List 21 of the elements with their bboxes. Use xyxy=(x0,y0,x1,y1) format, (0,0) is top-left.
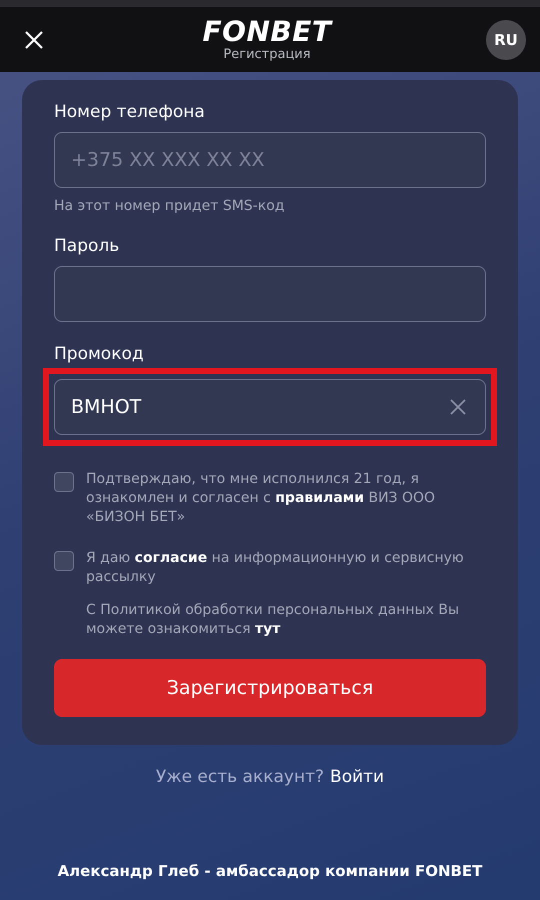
field-label: Пароль xyxy=(54,236,120,256)
consent-text: Я даю согласие на информационную и сервисную рассылку xyxy=(86,549,465,587)
ambassador-caption: Александр Глеб - амбассадор компании FONBET xyxy=(56,862,484,880)
consent-text: Подтверждаю, что мне исполнился 21 год, я ознакомлен и согласен с правилами ВИЗ ООО «БИЗОН БЕТ» xyxy=(86,470,436,527)
checkbox[interactable] xyxy=(54,551,74,571)
field-label: Номер телефона xyxy=(54,102,206,122)
checkbox[interactable] xyxy=(54,472,74,492)
language-button[interactable]: RU xyxy=(486,20,526,60)
logo: FONBET xyxy=(202,17,332,47)
login-prompt: Уже есть аккаунт? xyxy=(156,767,324,787)
input-field[interactable] xyxy=(54,266,486,322)
register-button[interactable]: Зарегистрироваться xyxy=(54,659,486,717)
input-field[interactable]: +375 XX XXX XX XX xyxy=(54,132,486,188)
privacy-note: С Политикой обработки персональных данных Вы можете ознакомиться тут xyxy=(86,601,460,639)
page-title: Регистрация xyxy=(223,47,311,62)
clear-icon[interactable] xyxy=(450,399,466,415)
login-link[interactable]: Войти xyxy=(330,767,384,787)
field-hint: На этот номер придет SMS-код xyxy=(54,198,286,214)
input-field[interactable]: ВМНОТ xyxy=(54,379,486,435)
close-icon xyxy=(24,30,44,50)
field-label: Промокод xyxy=(54,344,145,364)
